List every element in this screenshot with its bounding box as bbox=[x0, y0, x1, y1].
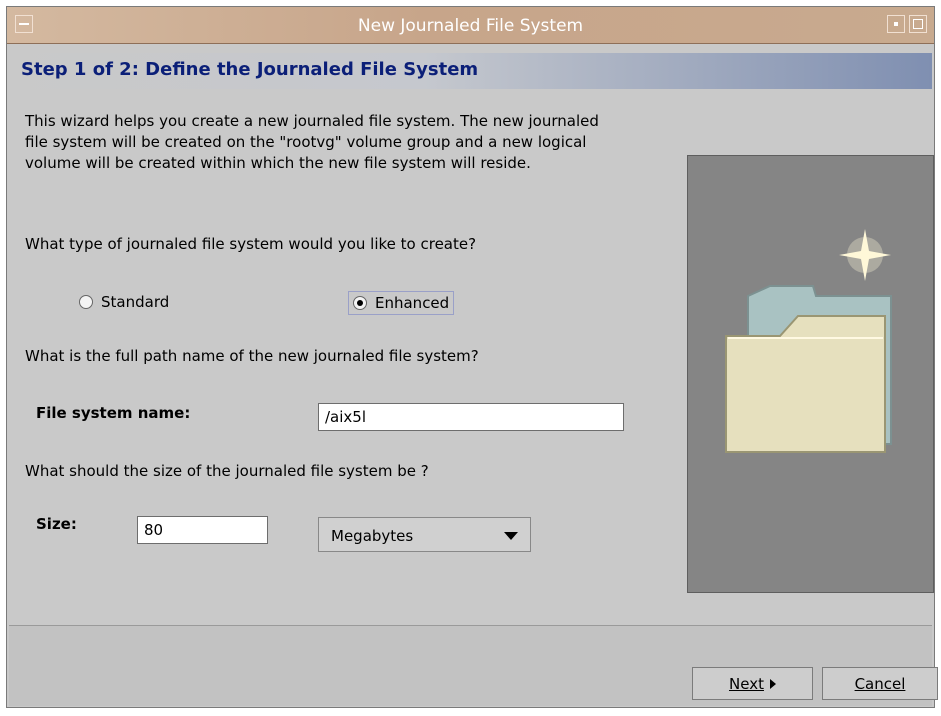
next-button-label: Next bbox=[729, 674, 764, 693]
radio-standard[interactable]: Standard bbox=[75, 291, 173, 313]
window-title: New Journaled File System bbox=[357, 16, 584, 36]
unit-dropdown[interactable]: Megabytes bbox=[318, 517, 531, 552]
size-input[interactable]: 80 bbox=[137, 516, 268, 544]
size-label: Size: bbox=[36, 515, 77, 533]
intro-text: This wizard helps you create a new journ… bbox=[25, 112, 599, 172]
type-question: What type of journaled file system would… bbox=[25, 235, 477, 253]
radio-enhanced-circle[interactable] bbox=[353, 296, 367, 310]
radio-enhanced-label: Enhanced bbox=[375, 294, 450, 312]
chevron-down-icon bbox=[504, 532, 518, 540]
unit-dropdown-value: Megabytes bbox=[331, 527, 414, 545]
maximize-icon[interactable] bbox=[909, 15, 927, 33]
size-question: What should the size of the journaled fi… bbox=[25, 462, 429, 480]
step-title: Step 1 of 2: Define the Journaled File S… bbox=[21, 59, 479, 80]
cancel-button-label: Cancel bbox=[854, 674, 906, 693]
triangle-right-icon bbox=[769, 678, 776, 689]
minimize-icon[interactable] bbox=[887, 15, 905, 33]
title-bar[interactable]: New Journaled File System bbox=[7, 7, 934, 44]
path-question: What is the full path name of the new jo… bbox=[25, 347, 479, 365]
cancel-button[interactable]: Cancel bbox=[822, 667, 938, 700]
radio-enhanced[interactable]: Enhanced bbox=[348, 291, 455, 315]
step-header: Step 1 of 2: Define the Journaled File S… bbox=[9, 53, 932, 89]
folder-with-sparkle-icon bbox=[725, 229, 892, 453]
next-button[interactable]: Next bbox=[692, 667, 813, 700]
radio-standard-circle[interactable] bbox=[79, 295, 93, 309]
radio-standard-label: Standard bbox=[101, 293, 170, 311]
wizard-window: New Journaled File System Step 1 of 2: D… bbox=[6, 6, 938, 708]
file-system-name-label: File system name: bbox=[36, 404, 191, 422]
illustration-panel bbox=[687, 155, 934, 593]
file-system-name-input[interactable]: /aix5l bbox=[318, 403, 624, 431]
